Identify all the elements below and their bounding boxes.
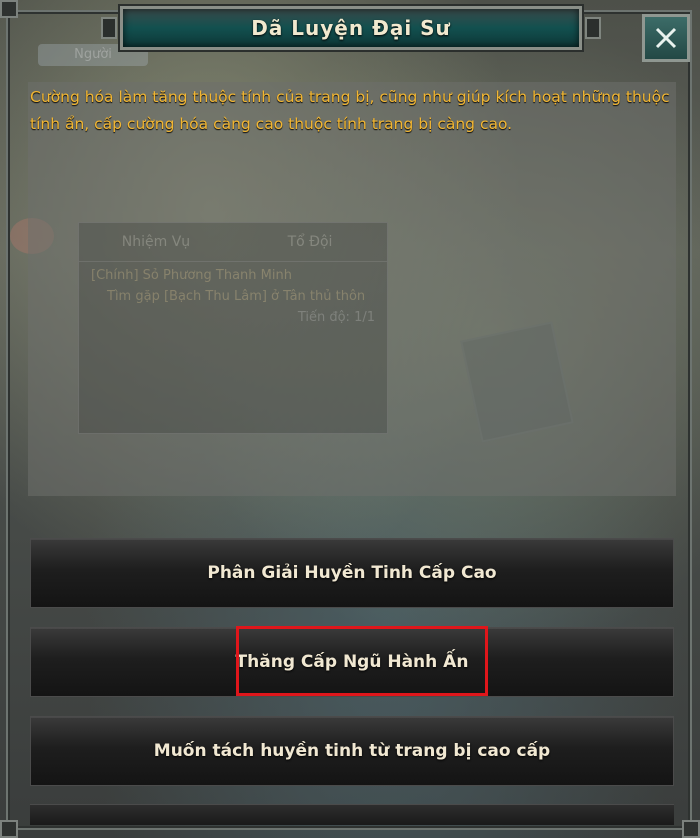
dialog-title-banner: Dã Luyện Đại Sư <box>101 6 601 50</box>
ghost-tab-team: Tổ Đội <box>287 234 333 250</box>
ghost-tab-quest: Nhiệm Vụ <box>121 234 191 250</box>
close-icon <box>655 27 677 49</box>
ghost-quest-desc: Tìm gặp [Bạch Thu Lâm] ở Tân thủ thôn <box>107 289 366 304</box>
upgrade-seal-label: Thăng Cấp Ngũ Hành Ấn <box>235 652 469 672</box>
ghost-quest-progress: Tiến độ: 1/1 <box>297 310 375 325</box>
dialog-title: Dã Luyện Đại Sư <box>251 16 451 40</box>
frame-corner <box>0 0 18 18</box>
extract-crystal-label: Muốn tách huyền tinh từ trang bị cao cấp <box>153 741 551 761</box>
ghost-quest-title: [Chính] Sỏ Phương Thanh Minh <box>91 268 292 283</box>
frame-corner <box>682 820 700 838</box>
frame-corner <box>0 820 18 838</box>
extract-crystal-button[interactable]: Muốn tách huyền tinh từ trang bị cao cấp <box>30 716 674 786</box>
decompose-crystal-button[interactable]: Phân Giải Huyền Tinh Cấp Cao <box>30 538 674 608</box>
ghost-quest-panel: Nhiệm Vụ Tổ Đội [Chính] Sỏ Phương Thanh … <box>78 222 388 434</box>
upgrade-seal-button[interactable]: Thăng Cấp Ngũ Hành Ấn <box>30 627 674 697</box>
close-button[interactable] <box>642 14 690 62</box>
description-text: Cường hóa làm tăng thuộc tính của trang … <box>30 88 670 133</box>
next-button-partial[interactable] <box>30 804 674 825</box>
decompose-crystal-label: Phân Giải Huyền Tinh Cấp Cao <box>207 563 497 583</box>
